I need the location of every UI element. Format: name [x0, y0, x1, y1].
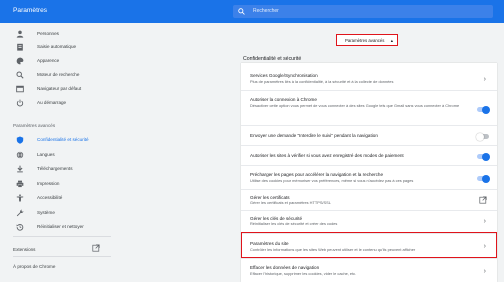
row-subtitle: Contrôler les informations que les sites…	[250, 247, 416, 252]
chevron-right-icon: ›	[483, 243, 486, 250]
sidebar-item-label: Apparence	[37, 58, 60, 63]
advanced-section-heading[interactable]: Paramètres avancés	[13, 123, 55, 128]
settings-row-allow-signin[interactable]: Autoriser la connexion à Chrome Désactiv…	[241, 90, 497, 125]
advanced-settings-button[interactable]: Paramètres avancés ▴	[336, 34, 398, 46]
wrench-icon	[16, 209, 24, 217]
row-title: Services Google/Synchronisation	[250, 73, 318, 78]
row-subtitle: Désactiver cette option vous permet de v…	[250, 103, 460, 108]
row-title: Autoriser la connexion à Chrome	[250, 97, 317, 102]
sidebar-item-label: Accessibilité	[37, 195, 63, 200]
restore-icon	[16, 224, 24, 231]
row-title: Paramètres du site	[250, 241, 289, 246]
settings-row-certificates[interactable]: Gérer les certificats Gérer les certific…	[241, 189, 497, 210]
clipboard-icon	[17, 43, 23, 51]
sidebar-divider	[13, 256, 111, 257]
sidebar-item-apparence[interactable]: Apparence	[0, 55, 112, 67]
about-chrome-link[interactable]: À propos de Chrome	[13, 264, 55, 269]
sidebar-item-label: Impression	[37, 181, 60, 186]
sidebar-item-personnes[interactable]: Personnes	[0, 28, 112, 40]
external-link-icon[interactable]	[92, 244, 100, 252]
settings-row-clear-data[interactable]: Effacer les données de navigation Efface…	[241, 258, 497, 282]
sidebar: Personnes Saisie automatique Apparence M…	[0, 23, 112, 282]
sidebar-item-label: Au démarrage	[37, 100, 67, 105]
sidebar-item-impression[interactable]: Impression	[0, 178, 112, 190]
browser-icon	[16, 85, 24, 93]
sidebar-item-label: Téléchargements	[37, 166, 73, 171]
printer-icon	[16, 180, 24, 188]
accessibility-icon	[16, 194, 24, 202]
sidebar-item-confidentialite[interactable]: Confidentialité et sécurité	[0, 134, 112, 146]
arrow-up-icon: ▴	[390, 38, 393, 43]
extensions-link[interactable]: Extensions	[13, 247, 35, 252]
search-icon	[16, 71, 24, 79]
row-subtitle: Effacer l'historique, supprimer les cook…	[250, 271, 357, 276]
sidebar-item-label: Personnes	[37, 31, 59, 36]
do-not-track-toggle[interactable]	[476, 132, 489, 141]
globe-icon	[16, 151, 24, 159]
sidebar-item-label: Confidentialité et sécurité	[37, 137, 89, 142]
top-bar: Paramètres Rechercher	[0, 0, 504, 23]
shield-icon	[16, 136, 24, 144]
person-icon	[16, 30, 24, 38]
settings-row-payment-methods[interactable]: Autoriser les sites à vérifier si vous a…	[241, 145, 497, 165]
sidebar-item-au-demarrage[interactable]: Au démarrage	[0, 97, 112, 109]
settings-row-do-not-track[interactable]: Envoyer une demande "Interdire le suivi"…	[241, 125, 497, 145]
download-icon	[17, 165, 23, 173]
sidebar-divider	[13, 236, 111, 237]
sidebar-item-saisie-automatique[interactable]: Saisie automatique	[0, 41, 112, 53]
row-title: Envoyer une demande "Interdire le suivi"…	[250, 133, 378, 138]
sidebar-item-label: Réinitialiser et nettoyer	[37, 224, 84, 229]
row-subtitle: Plus de paramètres liés à la confidentia…	[250, 79, 394, 84]
search-box[interactable]: Rechercher	[233, 5, 493, 18]
palette-icon	[16, 57, 24, 65]
sidebar-item-moteur-de-recherche[interactable]: Moteur de recherche	[0, 69, 112, 81]
privacy-settings-card: Services Google/Synchronisation Plus de …	[241, 63, 497, 282]
row-subtitle: Gérer les certificats et paramètres HTTP…	[250, 200, 331, 205]
settings-row-preload[interactable]: Précharger les pages pour accélérer la n…	[241, 165, 497, 189]
settings-row-site-settings[interactable]: Paramètres du site Contrôler les informa…	[241, 233, 497, 258]
sidebar-item-label: Moteur de recherche	[37, 72, 80, 77]
preload-toggle[interactable]	[477, 174, 490, 183]
search-input[interactable]: Rechercher	[253, 8, 279, 14]
sidebar-item-label: Saisie automatique	[37, 44, 77, 49]
sidebar-item-reinitialiser[interactable]: Réinitialiser et nettoyer	[0, 221, 112, 233]
row-title: Précharger les pages pour accélérer la n…	[250, 172, 384, 177]
row-title: Autoriser les sites à vérifier si vous a…	[250, 153, 404, 158]
power-icon	[16, 99, 24, 107]
sidebar-item-systeme[interactable]: Système	[0, 207, 112, 219]
chevron-right-icon: ›	[483, 268, 486, 275]
settings-row-security-keys[interactable]: Gérer les clés de sécurité Réinitialiser…	[241, 210, 497, 233]
payment-methods-toggle[interactable]	[477, 152, 490, 161]
sidebar-item-label: Système	[37, 210, 55, 215]
chevron-right-icon: ›	[483, 218, 486, 225]
advanced-settings-label: Paramètres avancés	[345, 38, 385, 43]
sidebar-item-langues[interactable]: Langues	[0, 149, 112, 161]
settings-row-sync[interactable]: Services Google/Synchronisation Plus de …	[241, 68, 497, 90]
sidebar-item-label: Navigateur par défaut	[37, 86, 82, 91]
external-link-icon	[479, 196, 487, 204]
sidebar-item-navigateur-par-defaut[interactable]: Navigateur par défaut	[0, 83, 112, 95]
row-subtitle: Réinitialiser les clés de sécurité et cr…	[250, 221, 338, 226]
sidebar-item-label: Langues	[37, 152, 55, 157]
row-title: Effacer les données de navigation	[250, 265, 320, 270]
sidebar-item-accessibilite[interactable]: Accessibilité	[0, 192, 112, 204]
section-title: Confidentialité et sécurité	[243, 56, 302, 62]
row-subtitle: Utilise des cookies pour mémoriser vos p…	[250, 178, 414, 183]
page-title: Paramètres	[13, 7, 48, 14]
allow-signin-toggle[interactable]	[477, 105, 490, 114]
search-icon	[238, 8, 245, 15]
sidebar-item-telechargements[interactable]: Téléchargements	[0, 163, 112, 175]
chevron-right-icon: ›	[483, 76, 486, 83]
